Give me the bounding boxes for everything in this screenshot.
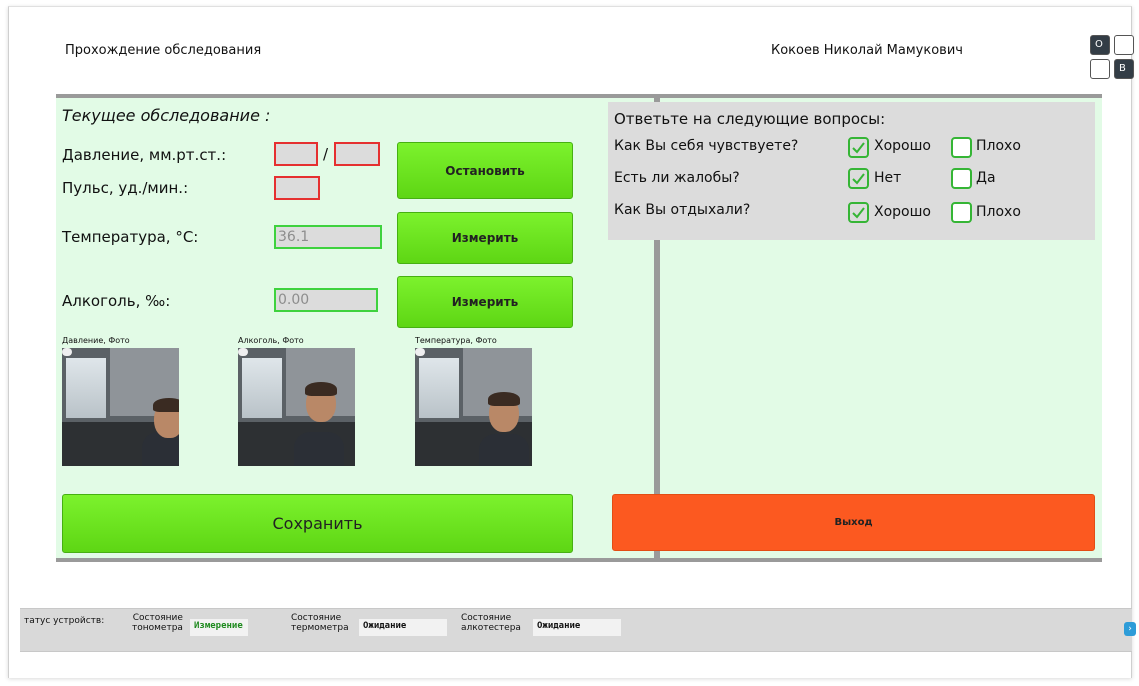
check-icon (852, 173, 865, 185)
device-status-bar: татус устройств: Состояние тонометра Изм… (20, 608, 1132, 652)
question-2-no-checkbox[interactable] (951, 168, 972, 189)
current-exam-title: Текущее обследование : (62, 106, 271, 125)
check-icon (852, 207, 865, 219)
question-3-no-checkbox[interactable] (951, 202, 972, 223)
question-3-no-label: Плохо (976, 204, 1021, 220)
photo-label-temperature: Температура, Фото (415, 336, 497, 345)
exam-frame: Текущее обследование : Давление, мм.рт.с… (56, 94, 1102, 562)
question-1-no-checkbox[interactable] (951, 137, 972, 158)
question-3-text: Как Вы отдыхали? (614, 202, 751, 218)
temperature-photo (415, 348, 532, 466)
measure-temperature-button[interactable]: Измерить (397, 212, 573, 264)
pulse-field[interactable] (274, 176, 320, 200)
question-3-yes-checkbox[interactable] (848, 202, 869, 223)
alcohol-label: Алкоголь, ‰: (62, 292, 171, 310)
lang-o-button[interactable]: О (1090, 35, 1110, 55)
question-2-yes-checkbox[interactable] (848, 168, 869, 189)
question-2-no-label: Да (976, 170, 996, 186)
alcotester-status-label: Состояние алкотестера (461, 613, 521, 633)
photo-label-pressure: Давление, Фото (62, 336, 130, 345)
user-name: Кокоев Николай Мамукович (771, 43, 963, 58)
pressure-systolic-field[interactable] (274, 142, 318, 166)
questions-title: Ответьте на следующие вопросы: (614, 110, 886, 128)
pressure-photo (62, 348, 179, 466)
question-2-text: Есть ли жалобы? (614, 170, 740, 186)
pressure-label: Давление, мм.рт.ст.: (62, 146, 227, 164)
tonometer-status-value: Измерение (190, 619, 248, 636)
temperature-field[interactable]: 36.1 (274, 225, 382, 249)
measure-alcohol-button[interactable]: Измерить (397, 276, 573, 328)
question-1-yes-checkbox[interactable] (848, 137, 869, 158)
alcotester-status-value: Ожидание (533, 619, 621, 636)
exit-button[interactable]: Выход (612, 494, 1095, 551)
question-1-text: Как Вы себя чувствуете? (614, 138, 799, 154)
temperature-label: Температура, °С: (62, 228, 199, 246)
pressure-diastolic-field[interactable] (334, 142, 380, 166)
alcohol-photo (238, 348, 355, 466)
question-2-yes-label: Нет (874, 170, 902, 186)
questions-panel: Ответьте на следующие вопросы: Как Вы се… (608, 102, 1095, 240)
question-1-yes-label: Хорошо (874, 138, 931, 154)
page-title: Прохождение обследования (65, 43, 262, 58)
thermometer-status-label: Состояние термометра (291, 613, 349, 633)
save-button[interactable]: Сохранить (62, 494, 573, 553)
question-3-yes-label: Хорошо (874, 204, 931, 220)
lang-b-button[interactable]: В (1114, 59, 1134, 79)
alcohol-field[interactable]: 0.00 (274, 288, 378, 312)
pulse-label: Пульс, уд./мин.: (62, 179, 189, 197)
stop-button[interactable]: Остановить (397, 142, 573, 199)
lang-blank-bottom (1090, 59, 1110, 79)
lang-blank-top (1114, 35, 1134, 55)
pressure-separator: / (323, 145, 329, 163)
status-caption: татус устройств: (24, 616, 105, 626)
scroll-right-icon[interactable]: › (1124, 622, 1136, 636)
tonometer-status-label: Состояние тонометра (132, 613, 183, 633)
thermometer-status-value: Ожидание (359, 619, 447, 636)
check-icon (852, 142, 865, 154)
language-toggle[interactable]: О В (1090, 35, 1138, 83)
question-1-no-label: Плохо (976, 138, 1021, 154)
photo-label-alcohol: Алкоголь, Фото (238, 336, 304, 345)
